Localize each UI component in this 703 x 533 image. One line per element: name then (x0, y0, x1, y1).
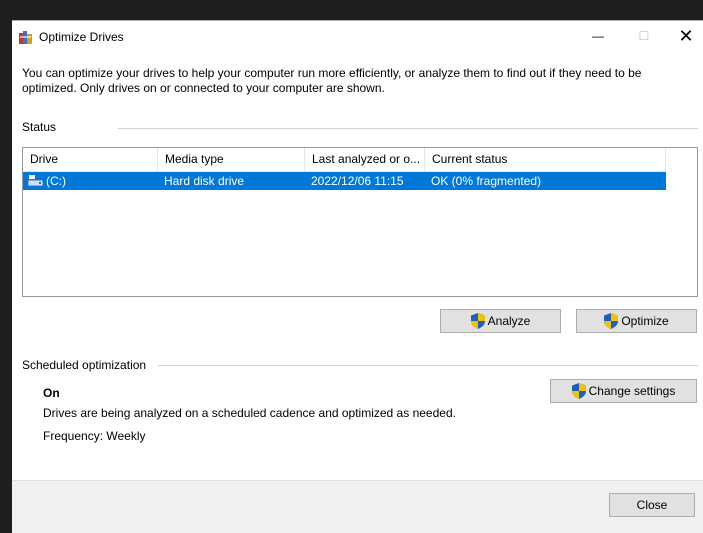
column-header-drive[interactable]: Drive (23, 148, 158, 171)
uac-shield-icon (470, 313, 485, 329)
column-header-current-status[interactable]: Current status (425, 148, 666, 171)
intro-text: You can optimize your drives to help you… (22, 66, 642, 95)
drives-listview[interactable]: Drive Media type Last analyzed or o... C… (22, 147, 698, 297)
schedule-state: On (43, 386, 60, 400)
hard-drive-icon (28, 175, 43, 187)
column-header-last-analyzed[interactable]: Last analyzed or o... (305, 148, 425, 171)
uac-shield-icon (604, 313, 619, 329)
window-title: Optimize Drives (39, 30, 124, 44)
status-separator (118, 128, 698, 129)
column-header-media-type[interactable]: Media type (158, 148, 305, 171)
analyze-button[interactable]: Analyze (440, 309, 561, 333)
current-status-cell: OK (0% fragmented) (431, 174, 542, 188)
listview-header: Drive Media type Last analyzed or o... C… (23, 148, 666, 172)
uac-shield-icon (571, 383, 586, 399)
analyze-label: Analyze (487, 314, 531, 328)
change-settings-button[interactable]: Change settings (550, 379, 697, 403)
optimize-button[interactable]: Optimize (576, 309, 697, 333)
scheduled-separator (158, 365, 698, 366)
close-button[interactable]: Close (609, 493, 695, 517)
schedule-frequency: Frequency: Weekly (43, 429, 146, 443)
scheduled-section-label: Scheduled optimization (22, 358, 147, 372)
minimize-button[interactable]: — (575, 21, 621, 52)
main-content: You can optimize your drives to help you… (12, 52, 703, 480)
media-type-cell: Hard disk drive (164, 174, 245, 188)
close-window-button[interactable]: ✕ (663, 21, 703, 52)
title-bar: Optimize Drives — ☐ ✕ (12, 21, 703, 52)
optimize-drives-window: Optimize Drives — ☐ ✕ You can optimize y… (12, 20, 703, 533)
dialog-footer: Close (12, 480, 703, 533)
status-section-label: Status (22, 120, 57, 134)
drive-row-c[interactable]: (C:) Hard disk drive 2022/12/06 11:15 OK… (23, 172, 666, 190)
change-settings-label: Change settings (588, 384, 676, 398)
maximize-button[interactable]: ☐ (621, 21, 667, 52)
drive-cell: (C:) (46, 174, 66, 188)
defrag-app-icon (19, 31, 32, 44)
optimize-label: Optimize (621, 314, 669, 328)
schedule-description: Drives are being analyzed on a scheduled… (43, 406, 456, 420)
last-analyzed-cell: 2022/12/06 11:15 (311, 174, 404, 188)
